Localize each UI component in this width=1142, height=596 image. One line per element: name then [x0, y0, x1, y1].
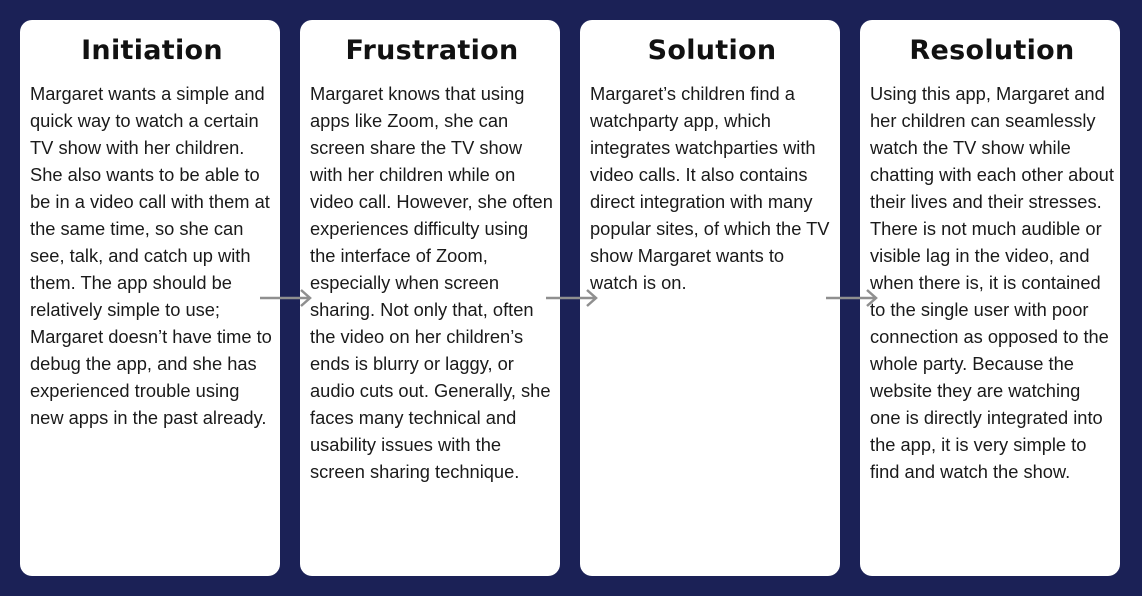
- stage-card-initiation: Initiation Margaret wants a simple and q…: [20, 20, 280, 576]
- arrow-right-icon: [826, 289, 878, 307]
- stage-title: Resolution: [909, 35, 1075, 66]
- stage-title: Initiation: [81, 35, 223, 66]
- stage-description: Margaret’s children find a watchparty ap…: [590, 83, 830, 293]
- stage-title: Solution: [647, 35, 777, 66]
- stage-card-solution: Solution Margaret’s children find a watc…: [580, 20, 840, 576]
- arrow-right-icon: [260, 289, 312, 307]
- stage-title: Frustration: [345, 35, 519, 66]
- stage-description: Margaret wants a simple and quick way to…: [30, 83, 272, 428]
- stage-card-resolution: Resolution Using this app, Margaret and …: [860, 20, 1120, 576]
- stage-description: Using this app, Margaret and her childre…: [870, 83, 1114, 482]
- stage-description: Margaret knows that using apps like Zoom…: [310, 83, 553, 482]
- stage-card-frustration: Frustration Margaret knows that using ap…: [300, 20, 560, 576]
- arrow-right-icon: [546, 289, 598, 307]
